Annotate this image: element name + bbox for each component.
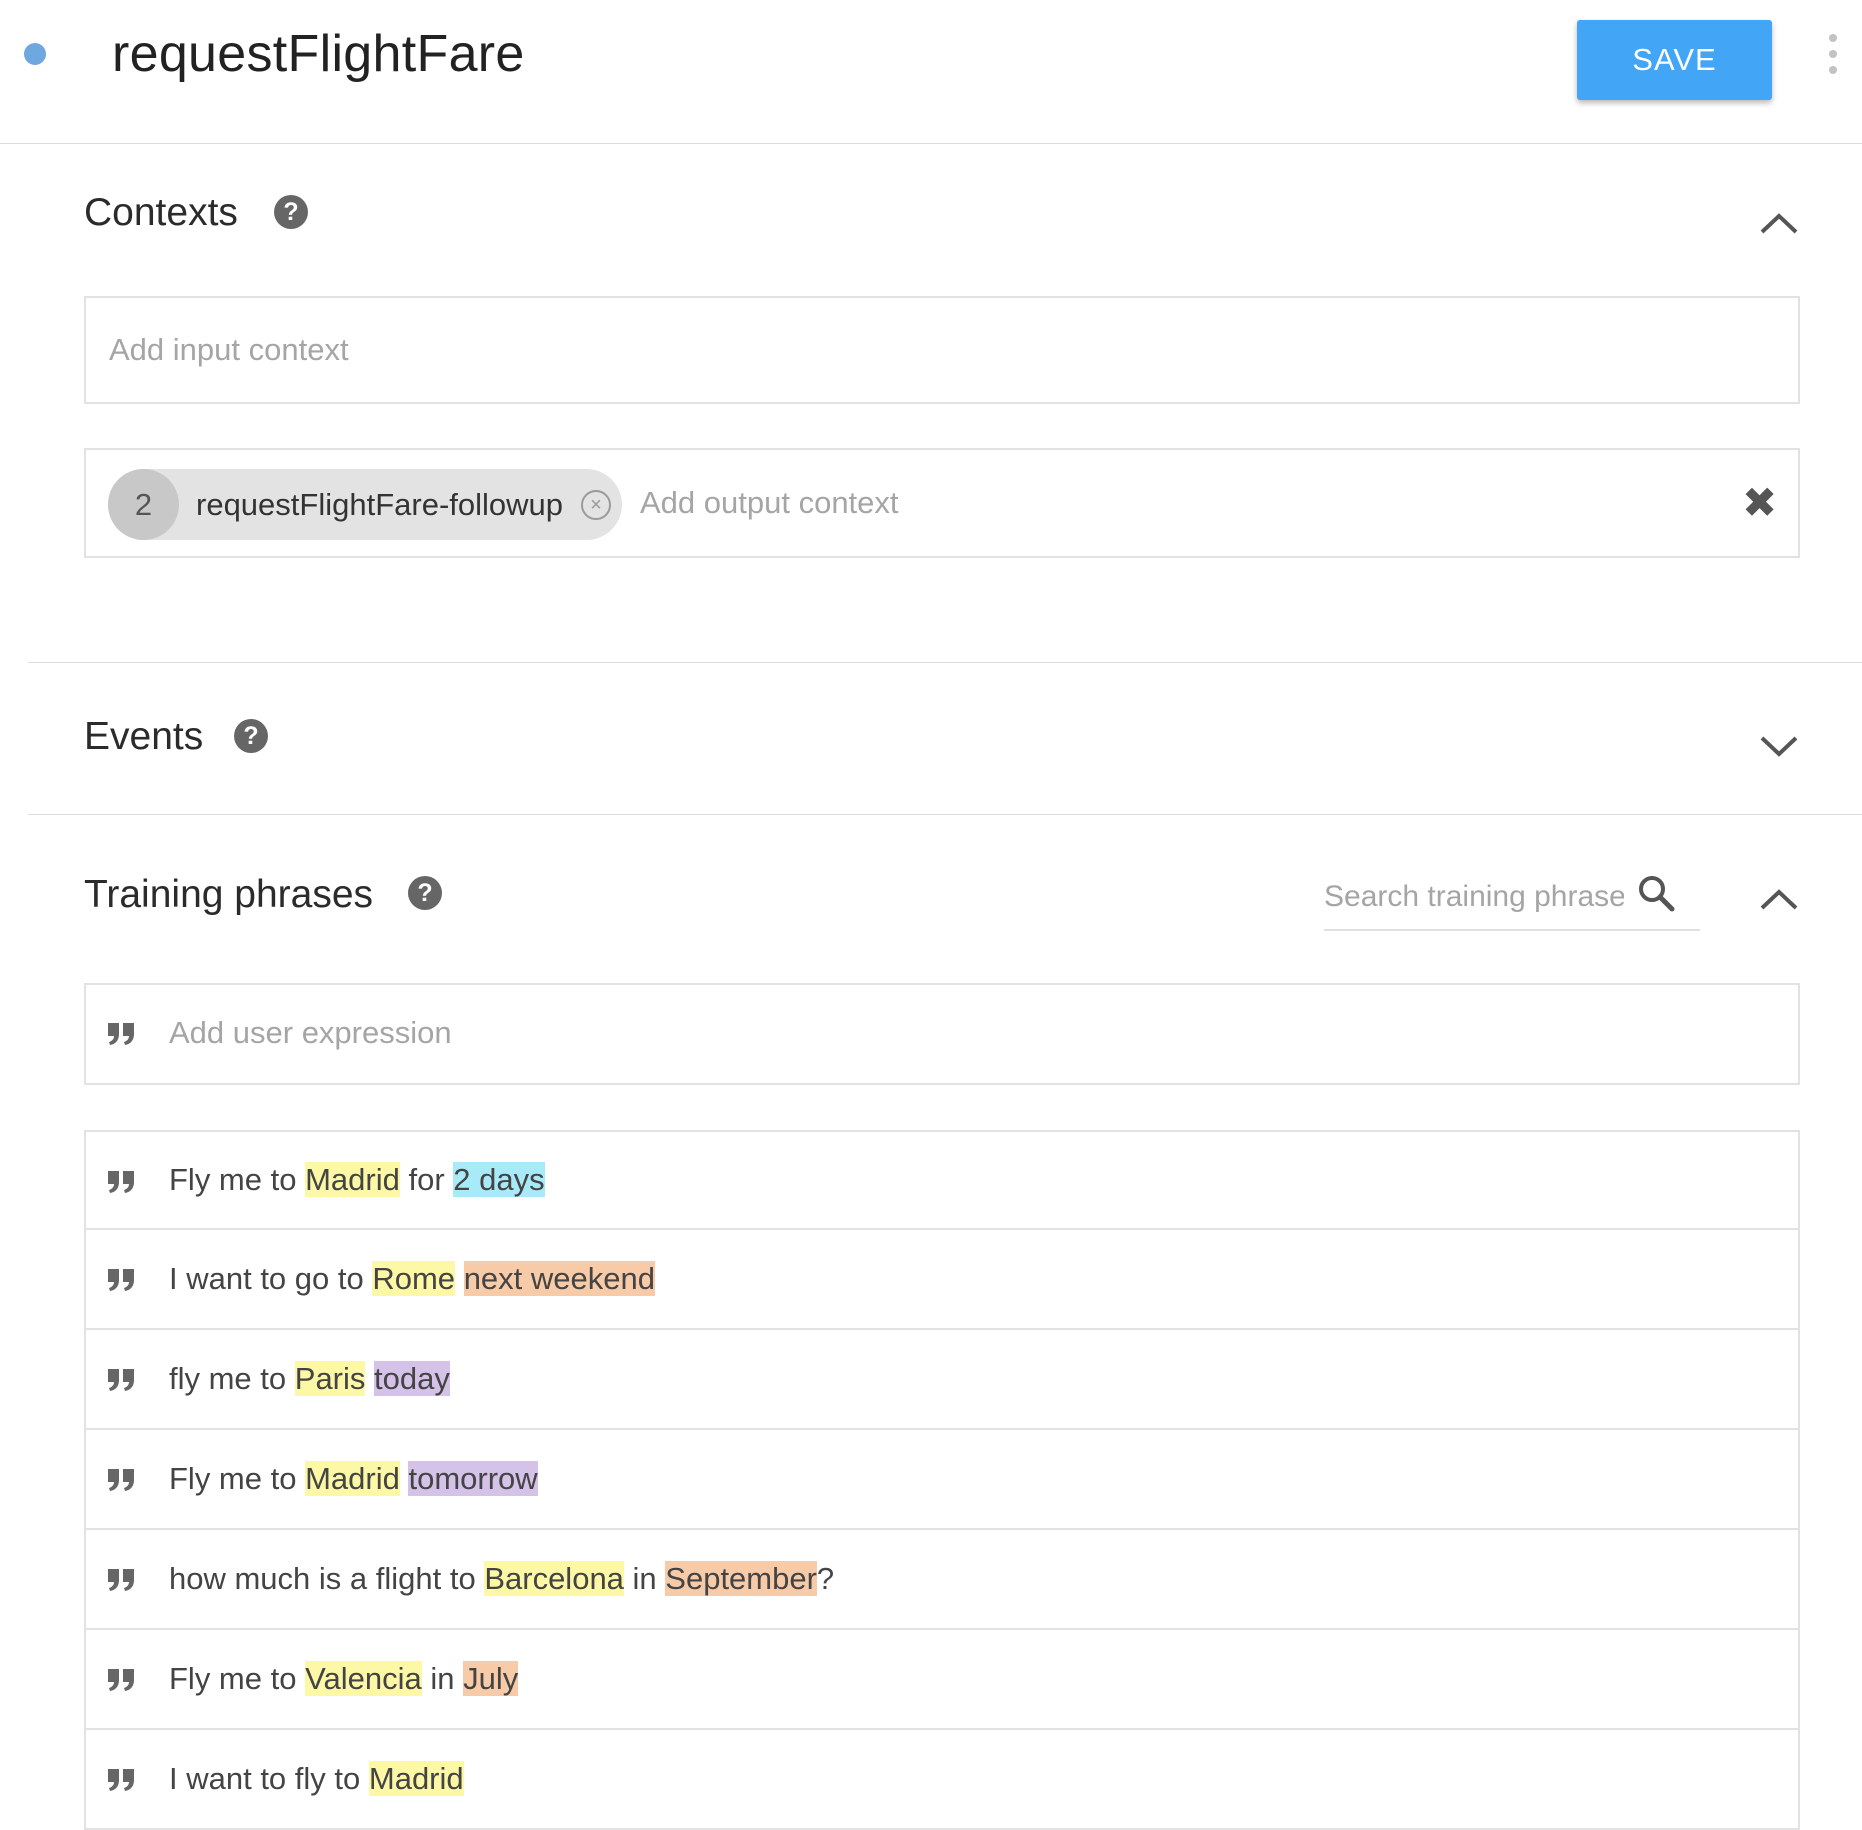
quote-icon — [108, 1171, 134, 1193]
phrase-segment: in — [623, 1561, 666, 1596]
training-phrase-row[interactable]: fly me to Paris today — [84, 1330, 1800, 1430]
output-context-chip[interactable]: 2 requestFlightFare-followup × — [108, 469, 622, 540]
quote-icon — [108, 1023, 134, 1045]
training-phrase-row[interactable]: how much is a flight to Barcelona in Sep… — [84, 1530, 1800, 1630]
chevron-up-icon[interactable] — [1756, 208, 1802, 238]
training-phrase-text[interactable]: how much is a flight to Barcelona in Sep… — [169, 1561, 834, 1597]
contexts-title: Contexts — [84, 191, 238, 234]
entity-annotation[interactable]: Rome — [372, 1261, 456, 1296]
output-context-placeholder[interactable]: Add output context — [640, 485, 899, 521]
training-search[interactable] — [1324, 865, 1700, 931]
entity-annotation[interactable]: Madrid — [305, 1461, 400, 1496]
more-vert-icon[interactable] — [1825, 34, 1841, 74]
events-title: Events — [84, 715, 204, 758]
training-phrase-list: Fly me to Madrid for 2 days I want to go … — [84, 1130, 1800, 1830]
phrase-segment: fly me to — [169, 1361, 295, 1396]
events-divider — [28, 814, 1862, 815]
phrase-segment: ? — [816, 1561, 835, 1596]
output-context-label: requestFlightFare-followup — [196, 486, 564, 522]
entity-annotation[interactable]: Barcelona — [484, 1561, 624, 1596]
phrase-segment — [455, 1261, 464, 1296]
training-phrase-row[interactable]: Fly me to Madrid for 2 days — [84, 1130, 1800, 1230]
add-user-expression-placeholder: Add user expression — [169, 1015, 452, 1050]
save-button[interactable]: SAVE — [1577, 20, 1772, 100]
training-phrase-text[interactable]: I want to fly to Madrid — [169, 1761, 464, 1797]
phrase-segment: Fly me to — [169, 1661, 306, 1696]
quote-icon — [108, 1469, 134, 1491]
training-phrase-text[interactable]: Fly me to Madrid for 2 days — [169, 1162, 545, 1198]
intent-title: requestFlightFare — [112, 25, 525, 83]
search-icon[interactable] — [1636, 873, 1676, 913]
contexts-divider — [28, 662, 1862, 663]
quote-icon — [108, 1769, 134, 1791]
training-phrase-text[interactable]: Fly me to Valencia in July — [169, 1661, 519, 1697]
entity-annotation[interactable]: next weekend — [463, 1261, 655, 1296]
phrase-segment: I want to go to — [169, 1261, 373, 1296]
quote-icon — [108, 1369, 134, 1391]
training-phrase-row[interactable]: I want to go to Rome next weekend — [84, 1230, 1800, 1330]
phrase-segment: for — [399, 1162, 454, 1197]
training-phrase-row[interactable]: I want to fly to Madrid — [84, 1730, 1800, 1830]
entity-annotation[interactable]: September — [665, 1561, 817, 1596]
entity-annotation[interactable]: Valencia — [305, 1661, 422, 1696]
help-icon[interactable]: ? — [274, 195, 308, 229]
entity-annotation[interactable]: Madrid — [305, 1162, 400, 1197]
phrase-segment: Fly me to — [169, 1461, 306, 1496]
input-context-field[interactable]: Add input context — [84, 296, 1800, 404]
training-phrase-text[interactable]: I want to go to Rome next weekend — [169, 1261, 655, 1297]
phrase-segment: how much is a flight to — [169, 1561, 485, 1596]
phrase-segment — [365, 1361, 374, 1396]
entity-annotation[interactable]: July — [463, 1661, 519, 1696]
training-phrase-row[interactable]: Fly me to Madrid tomorrow — [84, 1430, 1800, 1530]
entity-annotation[interactable]: 2 days — [453, 1162, 545, 1197]
header-divider — [0, 143, 1862, 144]
entity-annotation[interactable]: today — [374, 1361, 450, 1396]
entity-annotation[interactable]: Paris — [294, 1361, 366, 1396]
entity-annotation[interactable]: Madrid — [368, 1761, 464, 1796]
quote-icon — [108, 1569, 134, 1591]
quote-icon — [108, 1669, 134, 1691]
help-icon[interactable]: ? — [408, 876, 442, 910]
phrase-segment: I want to fly to — [169, 1761, 369, 1796]
context-lifespan-count[interactable]: 2 — [108, 469, 179, 540]
help-icon[interactable]: ? — [234, 719, 268, 753]
quote-icon — [108, 1269, 134, 1291]
close-icon[interactable]: ✖ — [1742, 482, 1777, 524]
chevron-down-icon[interactable] — [1756, 730, 1802, 760]
training-phrase-text[interactable]: fly me to Paris today — [169, 1361, 450, 1397]
training-phrase-text[interactable]: Fly me to Madrid tomorrow — [169, 1461, 538, 1497]
search-input[interactable] — [1324, 875, 1624, 919]
close-circle-icon[interactable]: × — [581, 489, 612, 520]
entity-annotation[interactable]: tomorrow — [408, 1461, 538, 1496]
phrase-segment: Fly me to — [169, 1162, 306, 1197]
training-phrase-row[interactable]: Fly me to Valencia in July — [84, 1630, 1800, 1730]
input-context-placeholder: Add input context — [109, 332, 349, 367]
phrase-segment: in — [421, 1661, 464, 1696]
status-dot-icon — [24, 43, 46, 65]
chevron-up-icon[interactable] — [1756, 884, 1802, 914]
training-phrases-title: Training phrases — [84, 873, 374, 916]
add-user-expression-field[interactable]: Add user expression — [84, 983, 1800, 1085]
